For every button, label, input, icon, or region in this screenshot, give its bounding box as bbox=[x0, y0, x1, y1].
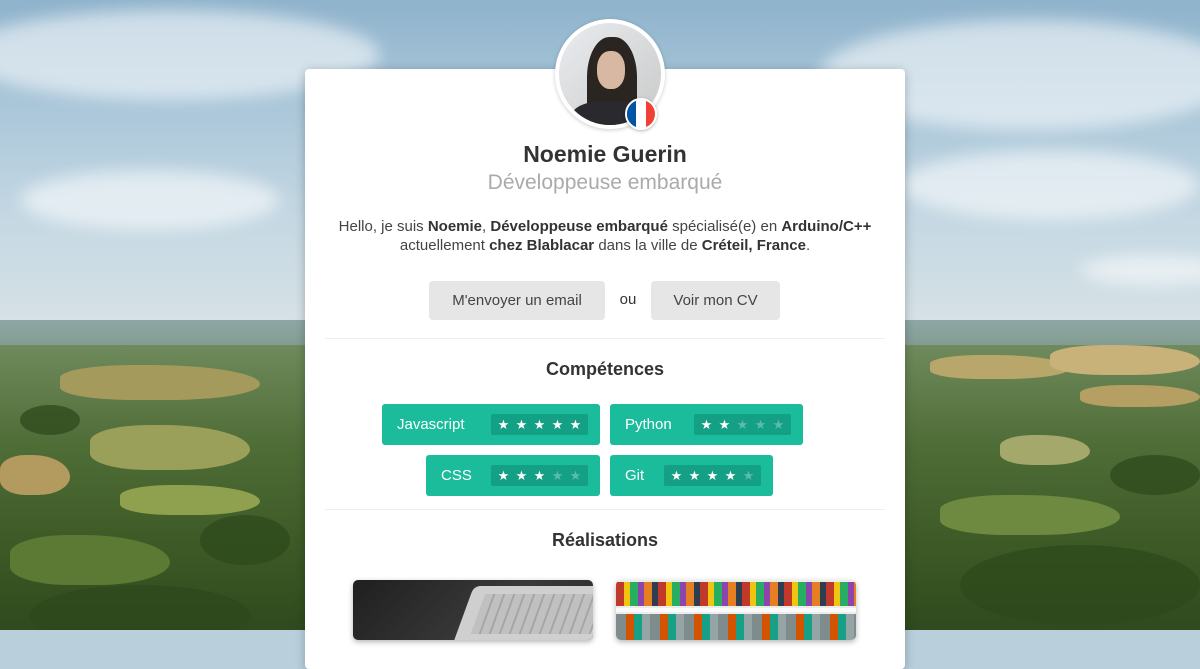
star-empty-icon: ★ bbox=[569, 468, 582, 483]
bio-name: Noemie bbox=[427, 218, 483, 235]
bio-city: Créteil, France bbox=[701, 237, 806, 254]
skill-badge-git: Git ★ ★ ★ ★ ★ bbox=[610, 455, 773, 496]
star-filled-icon: ★ bbox=[706, 468, 719, 483]
skill-badge-javascript: Javascript ★ ★ ★ ★ ★ bbox=[382, 404, 600, 445]
project-card-store[interactable] bbox=[616, 580, 856, 640]
profile-role: Développeuse embarqué bbox=[487, 171, 723, 194]
bio-text: spécialisé(e) en bbox=[667, 218, 782, 235]
star-filled-icon: ★ bbox=[497, 468, 510, 483]
star-filled-icon: ★ bbox=[497, 417, 510, 432]
star-filled-icon: ★ bbox=[724, 468, 737, 483]
star-filled-icon: ★ bbox=[533, 468, 546, 483]
skill-label: Git bbox=[625, 467, 645, 484]
bio-skill: Arduino/C++ bbox=[781, 218, 872, 235]
star-filled-icon: ★ bbox=[718, 417, 731, 432]
star-filled-icon: ★ bbox=[515, 468, 528, 483]
star-empty-icon: ★ bbox=[754, 417, 767, 432]
skill-label: Python bbox=[625, 416, 672, 433]
bio-text: Hello, je suis bbox=[338, 218, 428, 235]
skill-label: Javascript bbox=[397, 416, 465, 433]
star-empty-icon: ★ bbox=[772, 417, 785, 432]
skill-label: CSS bbox=[441, 467, 472, 484]
star-filled-icon: ★ bbox=[569, 417, 582, 432]
star-filled-icon: ★ bbox=[551, 417, 564, 432]
profile-name: Noemie Guerin bbox=[523, 141, 687, 167]
skill-badge-python: Python ★ ★ ★ ★ ★ bbox=[610, 404, 803, 445]
skill-rating: ★ ★ ★ ★ ★ bbox=[491, 414, 588, 435]
star-filled-icon: ★ bbox=[670, 468, 683, 483]
skill-rating: ★ ★ ★ ★ ★ bbox=[664, 465, 761, 486]
skill-rating: ★ ★ ★ ★ ★ bbox=[491, 465, 588, 486]
star-empty-icon: ★ bbox=[736, 417, 749, 432]
skill-rating: ★ ★ ★ ★ ★ bbox=[694, 414, 791, 435]
star-filled-icon: ★ bbox=[515, 417, 528, 432]
bio-text: dans la ville de bbox=[594, 237, 702, 254]
star-filled-icon: ★ bbox=[533, 417, 546, 432]
skills-title: Compétences bbox=[545, 359, 665, 379]
bio-text: actuellement bbox=[399, 237, 490, 254]
bio-role: Développeuse embarqué bbox=[490, 218, 668, 235]
star-filled-icon: ★ bbox=[688, 468, 701, 483]
divider bbox=[325, 509, 885, 510]
france-flag-icon bbox=[625, 98, 657, 130]
star-filled-icon: ★ bbox=[700, 417, 713, 432]
cloud bbox=[20, 170, 280, 230]
skill-badge-css: CSS ★ ★ ★ ★ ★ bbox=[426, 455, 600, 496]
divider bbox=[325, 338, 885, 339]
bio-company: chez Blablacar bbox=[489, 237, 595, 254]
cv-button[interactable]: Voir mon CV bbox=[651, 281, 780, 320]
bio-text: . bbox=[805, 237, 811, 254]
or-separator: ou bbox=[619, 291, 637, 308]
star-empty-icon: ★ bbox=[742, 468, 755, 483]
email-button[interactable]: M'envoyer un email bbox=[429, 281, 605, 320]
cloud bbox=[900, 150, 1200, 220]
project-card-laptop[interactable] bbox=[353, 580, 593, 640]
profile-bio: Hello, je suis Noemie, Développeuse emba… bbox=[325, 217, 885, 255]
projects-title: Réalisations bbox=[551, 530, 659, 550]
star-empty-icon: ★ bbox=[551, 468, 564, 483]
